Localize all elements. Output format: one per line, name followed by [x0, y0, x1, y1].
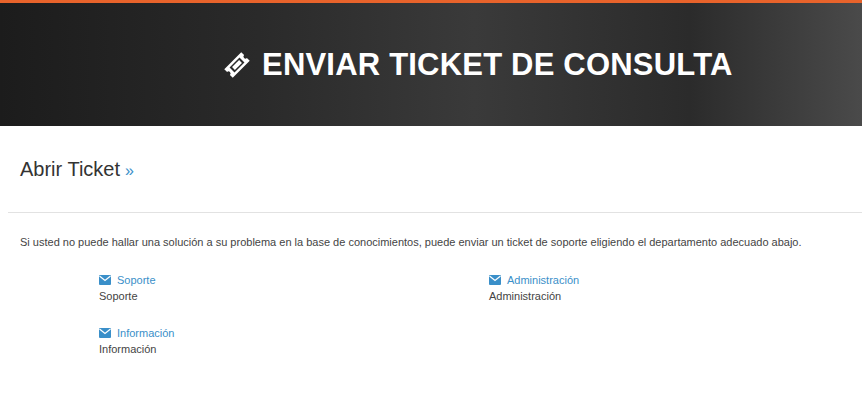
section-arrow[interactable]: » — [125, 162, 134, 180]
department-item: Administración Administración — [489, 273, 789, 306]
department-item: Información Información — [99, 326, 489, 359]
department-description: Información — [99, 342, 489, 356]
header-title-group: ENVIAR TICKET DE CONSULTA — [222, 47, 733, 83]
department-link[interactable]: Administración — [489, 273, 789, 287]
department-name[interactable]: Soporte — [117, 273, 156, 287]
department-item: Soporte Soporte — [99, 273, 489, 306]
divider — [8, 212, 862, 213]
page-header: ENVIAR TICKET DE CONSULTA — [0, 0, 862, 126]
department-list: SoporteSoporteAdministraciónAdministraci… — [0, 273, 862, 359]
section-title: Abrir Ticket — [20, 158, 120, 181]
intro-text: Si usted no puede hallar una solución a … — [20, 235, 862, 249]
department-name[interactable]: Información — [117, 326, 174, 340]
ticket-icon — [222, 50, 252, 80]
envelope-icon — [489, 275, 501, 285]
envelope-icon — [99, 275, 111, 285]
envelope-icon — [99, 328, 111, 338]
department-description: Administración — [489, 289, 789, 303]
department-link[interactable]: Información — [99, 326, 489, 340]
section-header: Abrir Ticket » — [0, 126, 862, 178]
department-name[interactable]: Administración — [507, 273, 579, 287]
page-title: ENVIAR TICKET DE CONSULTA — [262, 47, 733, 83]
department-description: Soporte — [99, 289, 489, 303]
department-link[interactable]: Soporte — [99, 273, 489, 287]
